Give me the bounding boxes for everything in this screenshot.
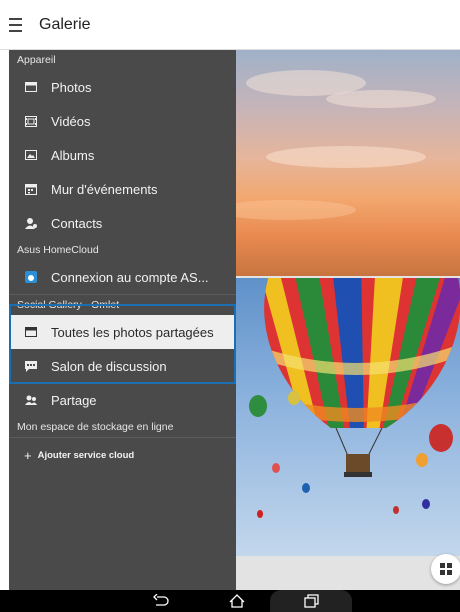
sunset-sky-thumbnail[interactable]: [216, 50, 460, 276]
back-icon[interactable]: [148, 590, 174, 612]
drawer-item-contacts[interactable]: Contacts: [9, 206, 236, 240]
navigation-drawer: Appareil Photos Vidéos Albums Mur d'évén…: [9, 50, 236, 590]
shared-photos-icon: [24, 326, 37, 338]
drawer-item-albums[interactable]: Albums: [9, 138, 236, 172]
section-homecloud: Asus HomeCloud: [17, 244, 99, 256]
section-online-storage: Mon espace de stockage en ligne: [17, 421, 174, 433]
hot-air-balloon-image: [249, 278, 460, 518]
top-app-bar: Galerie: [0, 0, 460, 50]
drawer-item-label: Vidéos: [51, 113, 91, 129]
contacts-icon: [24, 217, 37, 229]
drawer-item-share[interactable]: Partage: [9, 383, 236, 417]
add-cloud-label: Ajouter service cloud: [37, 449, 135, 461]
homecloud-icon: [24, 271, 37, 283]
drawer-item-label: Photos: [51, 79, 92, 95]
drawer-item-label: Salon de discussion: [51, 358, 167, 374]
albums-icon: [24, 149, 37, 161]
system-navigation-bar: [0, 590, 460, 612]
drawer-item-chat-room[interactable]: Salon de discussion: [9, 349, 236, 383]
recent-apps-icon[interactable]: [270, 590, 352, 612]
balloon-festival-thumbnail[interactable]: [236, 278, 460, 556]
section-device: Appareil: [17, 54, 56, 66]
hamburger-menu-icon[interactable]: [0, 0, 30, 50]
calendar-icon: [24, 183, 37, 195]
drawer-item-videos[interactable]: Vidéos: [9, 104, 236, 138]
drawer-item-label: Partage: [51, 392, 97, 408]
section-omlet: Social Gallery - Omlet: [17, 299, 120, 311]
share-people-icon: [24, 394, 37, 406]
chat-icon: [24, 360, 37, 372]
drawer-item-homecloud-login[interactable]: Connexion au compte AS...: [9, 260, 236, 294]
drawer-item-events-wall[interactable]: Mur d'événements: [9, 172, 236, 206]
home-icon[interactable]: [224, 590, 250, 612]
drawer-item-label: Mur d'événements: [51, 181, 158, 197]
page-title: Galerie: [39, 15, 91, 33]
grid-view-icon: [440, 563, 452, 575]
photos-icon: [24, 81, 37, 93]
drawer-item-label: Toutes les photos partagées: [51, 324, 214, 340]
drawer-item-label: Contacts: [51, 215, 103, 231]
add-cloud-service-button[interactable]: + Ajouter service cloud: [9, 438, 236, 472]
layout-toggle-button[interactable]: [431, 554, 460, 584]
drawer-item-label: Albums: [51, 147, 95, 163]
film-icon: [24, 115, 37, 127]
drawer-item-all-shared-photos[interactable]: Toutes les photos partagées: [9, 315, 236, 349]
gallery-grid: [216, 50, 460, 590]
plus-icon: +: [24, 447, 32, 463]
drawer-item-label: Connexion au compte AS...: [51, 269, 209, 285]
drawer-item-photos[interactable]: Photos: [9, 70, 236, 104]
app-window: Galerie Appareil Photos Vidéos Albums Mu…: [0, 0, 460, 612]
